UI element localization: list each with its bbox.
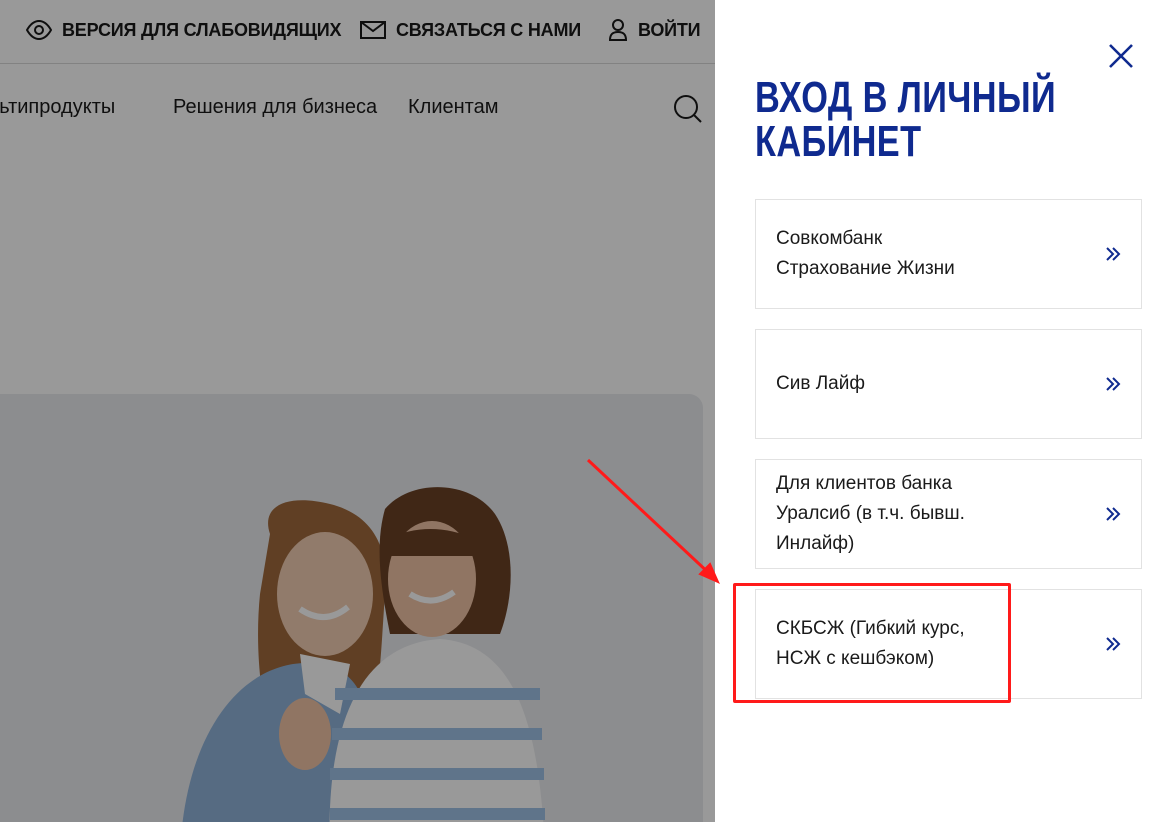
login-option-label: Совкомбанк Страхование Жизни xyxy=(776,228,955,279)
double-chevron-right-icon xyxy=(1106,507,1121,521)
panel-title-text: ВХОД В ЛИЧНЫЙ КАБИНЕТ xyxy=(755,73,1057,166)
login-side-panel: ВХОД В ЛИЧНЫЙ КАБИНЕТ Совкомбанк Страхов… xyxy=(715,0,1156,822)
login-option-label: Для клиентов банка Уралсиб (в т.ч. бывш.… xyxy=(776,473,965,554)
double-chevron-right-icon xyxy=(1106,247,1121,261)
double-chevron-right-icon xyxy=(1106,377,1121,391)
background-page: ВЕРСИЯ ДЛЯ СЛАБОВИДЯЩИХ СВЯЗАТЬСЯ С НАМИ… xyxy=(0,0,715,822)
login-option-civ-life[interactable]: Сив Лайф xyxy=(755,329,1142,439)
login-option-sovcombank-life[interactable]: Совкомбанк Страхование Жизни xyxy=(755,199,1142,309)
login-option-uralsib[interactable]: Для клиентов банка Уралсиб (в т.ч. бывш.… xyxy=(755,459,1142,569)
login-option-label: СКБСЖ (Гибкий курс, НСЖ с кешбэком) xyxy=(776,618,965,669)
panel-title: ВХОД В ЛИЧНЫЙ КАБИНЕТ xyxy=(755,76,1083,164)
close-icon[interactable] xyxy=(1107,42,1135,70)
login-option-label: Сив Лайф xyxy=(776,373,865,394)
modal-overlay[interactable] xyxy=(0,0,715,822)
double-chevron-right-icon xyxy=(1106,637,1121,651)
login-option-skbszh[interactable]: СКБСЖ (Гибкий курс, НСЖ с кешбэком) xyxy=(755,589,1142,699)
